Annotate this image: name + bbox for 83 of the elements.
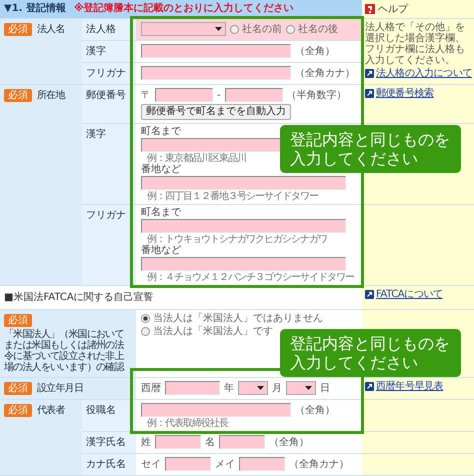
- field-note: セイ: [141, 458, 161, 470]
- field-note: 年: [224, 382, 234, 394]
- field-note: （半角数字）: [286, 90, 347, 100]
- radio-button[interactable]: 社名の後: [286, 24, 338, 34]
- text-input[interactable]: [155, 435, 201, 449]
- help-text: 法人格で「その他」を選択した場合漢字欄、フリガナ欄に法人格も入力してください。: [365, 22, 466, 66]
- input-caption: 番地など: [141, 245, 181, 256]
- example-hint: 例：四丁目１２番地３号シーサイドタワー: [146, 191, 318, 202]
- field-note: メイ: [215, 458, 235, 470]
- dropdown-arrow-icon: [257, 386, 264, 390]
- field-label: カナ氏名: [86, 459, 126, 470]
- required-badge: 必須: [4, 314, 32, 327]
- field-note: 日: [320, 382, 330, 394]
- example-hint: 例：代表取締役社長: [146, 418, 228, 429]
- field-label: 所在地: [37, 90, 65, 101]
- radio-button[interactable]: 当法人は「米国法人」ではありません: [141, 313, 323, 324]
- text-input[interactable]: [165, 381, 220, 395]
- required-badge: 必須: [4, 23, 32, 36]
- help-link[interactable]: 郵便番号検索: [376, 88, 434, 99]
- field-label: 法人名: [37, 24, 65, 35]
- text-input[interactable]: [155, 88, 213, 102]
- help-icon: [365, 4, 375, 14]
- input-caption: 番地など: [141, 164, 181, 175]
- help-title: ヘルプ: [378, 4, 408, 14]
- text-input[interactable]: [239, 457, 285, 471]
- example-hint: 例：４チョウメ１２バンチ３ゴウシーサイドタワー: [146, 272, 354, 283]
- field-label: フリガナ: [86, 210, 126, 221]
- required-badge: 必須: [4, 404, 32, 417]
- link-icon: [365, 382, 374, 391]
- field-note: （全角）: [295, 46, 335, 56]
- section-title: ▼1. 登記情報: [4, 3, 66, 14]
- dropdown[interactable]: [286, 381, 316, 395]
- example-hint: 例：東京都品川区東品川: [147, 153, 246, 164]
- help-link[interactable]: 法人格の入力について: [376, 68, 472, 79]
- input-caption: 町名まで: [141, 207, 181, 218]
- example-hint: 例：トウキョウトシナガワクヒガシシナガワ: [147, 234, 327, 245]
- radio-button[interactable]: 社名の前: [230, 24, 282, 34]
- dropdown-arrow-icon: [305, 386, 312, 390]
- field-note: （全角）: [269, 436, 309, 448]
- field-label: フリガナ: [86, 68, 126, 79]
- field-note: 西暦: [141, 382, 161, 394]
- text-input[interactable]: [141, 44, 291, 58]
- field-note: -: [217, 90, 221, 100]
- field-label: 郵便番号: [86, 90, 126, 101]
- required-badge: 必須: [4, 89, 32, 102]
- text-input[interactable]: [141, 403, 291, 417]
- link-icon: [365, 290, 374, 299]
- link-icon: [365, 89, 374, 98]
- required-badge: 必須: [4, 382, 32, 395]
- callout-tooltip: 登記内容と同じものを入力してください: [280, 329, 461, 377]
- field-label: 「米国法人」（米国においてまたは米国もしくは諸州の法令に基づいて設立された非上場の法人をいいます）の確認: [4, 329, 126, 373]
- callout-tooltip: 登記内容と同じものを入力してください: [280, 125, 461, 173]
- help-link[interactable]: 西暦年号早見表: [376, 381, 444, 392]
- text-input[interactable]: [141, 257, 346, 271]
- field-note: 〒: [141, 90, 151, 100]
- radio-button[interactable]: 当法人は「米国法人」です: [141, 326, 273, 337]
- subsection-title: ■米国法FATCAに関する自己宣誓: [4, 292, 154, 303]
- text-input[interactable]: [165, 457, 211, 471]
- help-link[interactable]: FATCAについて: [376, 289, 443, 300]
- dropdown[interactable]: [238, 381, 268, 395]
- text-input[interactable]: [224, 88, 283, 102]
- dropdown-arrow-icon: [215, 27, 222, 31]
- field-label: 漢字氏名: [86, 437, 126, 448]
- section-note: ※登記簿謄本に記載のとおりに入力してください: [74, 3, 294, 14]
- field-note: （全角カナ）: [295, 68, 355, 78]
- field-label: 漢字: [86, 129, 106, 140]
- field-note: （全角カナ）: [289, 458, 349, 470]
- field-note: 姓: [141, 436, 151, 448]
- text-input[interactable]: [141, 66, 291, 80]
- field-note: （全角）: [295, 404, 335, 416]
- field-label: 代表者: [37, 405, 65, 416]
- text-input[interactable]: [141, 176, 346, 190]
- link-icon: [365, 69, 374, 78]
- autofill-button[interactable]: 郵便番号で町名までを自動入力: [141, 104, 291, 120]
- field-note: 月: [272, 382, 282, 394]
- text-input[interactable]: [219, 435, 265, 449]
- input-caption: 町名まで: [141, 126, 181, 137]
- field-note: 名: [205, 436, 215, 448]
- field-label: 法人格: [86, 24, 116, 35]
- text-input[interactable]: [141, 219, 346, 233]
- field-label: 役職名: [86, 405, 116, 416]
- field-label: 漢字: [86, 46, 106, 57]
- field-label: 設立年月日: [37, 383, 84, 394]
